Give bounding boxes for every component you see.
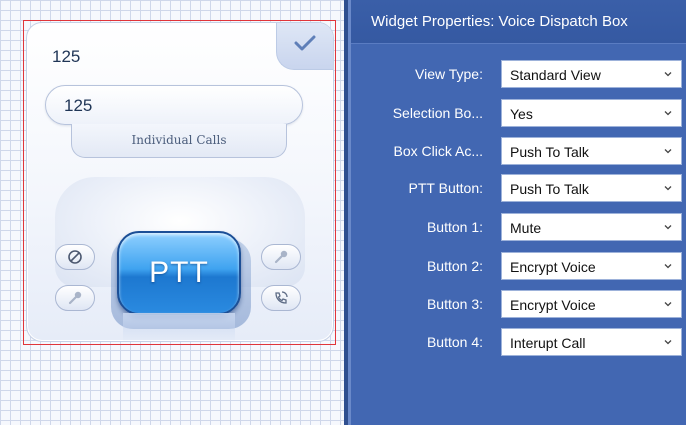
chevron-down-icon [664, 186, 672, 191]
select-value: Yes [510, 106, 533, 122]
box-click-action-select[interactable]: Push To Talk [501, 137, 682, 165]
chevron-down-icon [664, 149, 672, 154]
select-value: Mute [510, 220, 542, 236]
ptt-button[interactable]: PTT [117, 231, 241, 315]
property-label: Button 2: [426, 258, 483, 274]
properties-panel: Widget Properties: Voice Dispatch Box Vi… [348, 0, 686, 425]
no-entry-icon [68, 250, 82, 264]
select-value: Standard View [510, 67, 601, 83]
widget-title-value: 125 [52, 47, 81, 66]
select-value: Interupt Call [510, 335, 586, 351]
select-value: Push To Talk [510, 144, 589, 160]
chevron-down-icon [664, 72, 672, 77]
button-1-select[interactable]: Mute [501, 213, 682, 241]
property-label: PTT Button: [408, 180, 483, 196]
property-label: Box Click Ac... [393, 143, 483, 159]
panel-title: Widget Properties: Voice Dispatch Box [351, 0, 686, 44]
button-2-select[interactable]: Encrypt Voice [501, 252, 682, 280]
property-row-ptt-button: PTT Button: Push To Talk [351, 174, 686, 202]
property-label: Selection Bo... [392, 105, 483, 121]
key-icon [274, 250, 288, 264]
property-label: View Type: [415, 66, 483, 82]
select-value: Encrypt Voice [510, 297, 596, 313]
property-row-selection-box: Selection Bo... Yes [351, 99, 686, 127]
selection-box-select[interactable]: Yes [501, 99, 682, 127]
property-row-button-3: Button 3: Encrypt Voice [351, 290, 686, 318]
interrupt-call-button[interactable] [261, 285, 301, 311]
button-4-select[interactable]: Interupt Call [501, 328, 682, 356]
chevron-down-icon [664, 225, 672, 230]
encrypt-voice-button-right[interactable] [261, 244, 301, 270]
ptt-base-glow [123, 313, 235, 341]
chevron-down-icon [664, 264, 672, 269]
property-row-box-click-action: Box Click Ac... Push To Talk [351, 137, 686, 165]
property-label: Button 3: [426, 296, 483, 312]
property-label: Button 1: [426, 219, 483, 235]
property-row-button-1: Button 1: Mute [351, 213, 686, 241]
number-field-value: 125 [64, 96, 93, 115]
ptt-label: PTT [149, 256, 209, 289]
chevron-down-icon [664, 302, 672, 307]
design-canvas[interactable]: 125 125 Individual Calls PTT [0, 0, 348, 425]
select-value: Encrypt Voice [510, 259, 596, 275]
select-check-tab[interactable] [276, 23, 333, 70]
ptt-button-select[interactable]: Push To Talk [501, 174, 682, 202]
property-row-button-2: Button 2: Encrypt Voice [351, 252, 686, 280]
button-3-select[interactable]: Encrypt Voice [501, 290, 682, 318]
voice-dispatch-box[interactable]: 125 125 Individual Calls PTT [26, 22, 334, 342]
encrypt-voice-button-left[interactable] [55, 285, 95, 311]
phone-callback-icon [275, 291, 288, 304]
number-field[interactable]: 125 [45, 85, 303, 125]
chevron-down-icon [664, 111, 672, 116]
mute-button[interactable] [55, 244, 95, 270]
property-label: Button 4: [426, 334, 483, 350]
property-row-button-4: Button 4: Interupt Call [351, 328, 686, 356]
checkmark-icon [294, 35, 316, 51]
select-value: Push To Talk [510, 181, 589, 197]
chevron-down-icon [664, 340, 672, 345]
property-row-view-type: View Type: Standard View [351, 60, 686, 88]
call-type-label: Individual Calls [71, 124, 287, 158]
key-icon [68, 291, 82, 305]
view-type-select[interactable]: Standard View [501, 60, 682, 88]
